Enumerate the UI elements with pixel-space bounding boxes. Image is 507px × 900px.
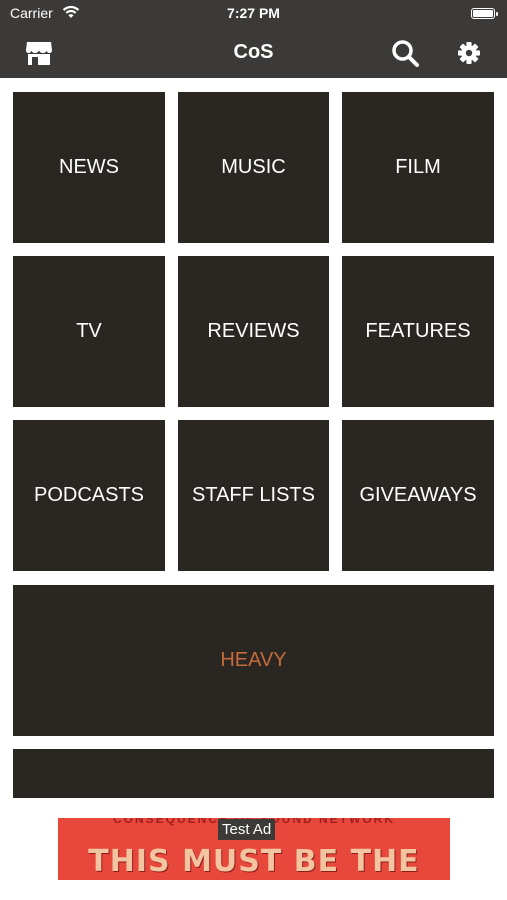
tile-label: NEWS: [59, 156, 119, 178]
tile-label: MUSIC: [221, 156, 286, 178]
tile-label: GIVEAWAYS: [359, 484, 477, 506]
tile-label: REVIEWS: [207, 320, 300, 342]
tile-film[interactable]: FILM: [342, 92, 494, 243]
tile-news[interactable]: NEWS: [13, 92, 165, 243]
tile-label: STAFF LISTS: [192, 484, 315, 506]
status-bar: Carrier 7:27 PM: [0, 0, 507, 28]
tile-podcasts[interactable]: PODCASTS: [13, 420, 165, 571]
page-title: CoS: [233, 41, 274, 63]
search-button[interactable]: [390, 38, 420, 68]
tile-label: TV: [76, 320, 102, 342]
battery-icon: [471, 8, 498, 19]
tile-label: FILM: [395, 156, 441, 178]
status-time: 7:27 PM: [227, 5, 280, 21]
tile-staff-lists[interactable]: STAFF LISTS: [178, 420, 329, 571]
tile-label: FEATURES: [365, 320, 471, 342]
tile-partial[interactable]: [13, 749, 494, 798]
tile-heavy[interactable]: HEAVY: [13, 585, 494, 736]
tile-features[interactable]: FEATURES: [342, 256, 494, 407]
tile-music[interactable]: MUSIC: [178, 92, 329, 243]
search-icon: [392, 40, 419, 67]
tile-tv[interactable]: TV: [13, 256, 165, 407]
tile-label: HEAVY: [220, 649, 287, 671]
nav-bar: CoS: [0, 28, 507, 78]
tile-reviews[interactable]: REVIEWS: [178, 256, 329, 407]
tile-giveaways[interactable]: GIVEAWAYS: [342, 420, 494, 571]
tile-label: PODCASTS: [33, 484, 145, 506]
gear-icon: [458, 42, 480, 64]
settings-button[interactable]: [454, 38, 484, 68]
test-ad-badge: Test Ad: [218, 819, 276, 840]
ad-main-text: THIS MUST BE THE GIG: [88, 844, 420, 880]
